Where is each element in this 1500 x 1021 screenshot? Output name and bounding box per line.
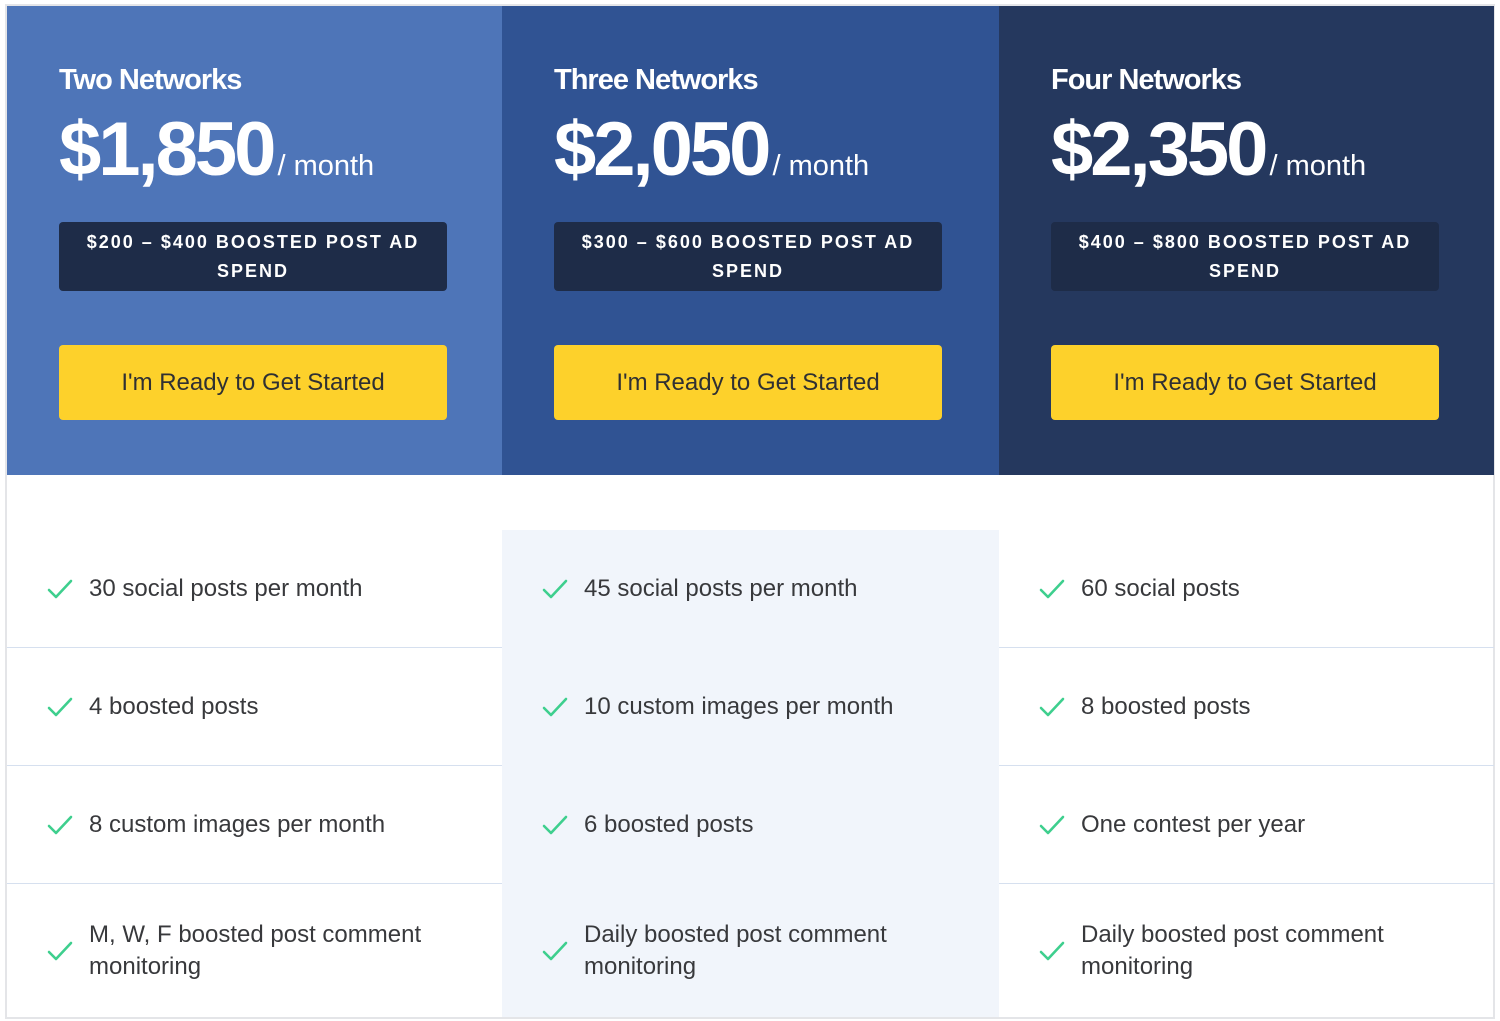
plan-name: Two Networks [59,64,242,96]
check-icon [1039,577,1065,599]
feature-item: Daily boosted post comment monitoring [502,884,999,1017]
get-started-button[interactable]: I'm Ready to Get Started [1051,345,1439,420]
feature-item: 45 social posts per month [502,530,999,648]
price-row: $1,850/ month [59,106,374,193]
feature-list: 30 social posts per month 4 boosted post… [7,530,502,1017]
feature-text: One contest per year [1081,811,1306,838]
feature-item: 6 boosted posts [502,766,999,884]
ad-spend-badge: $300 – $600 BOOSTED POST AD SPEND [554,222,942,291]
feature-text: 8 boosted posts [1081,693,1251,720]
feature-list: 45 social posts per month 10 custom imag… [502,530,999,1017]
pricing-table: Two Networks $1,850/ month $200 – $400 B… [5,4,1495,1019]
get-started-button[interactable]: I'm Ready to Get Started [59,345,447,420]
feature-text: 6 boosted posts [584,811,754,838]
plan-column: Four Networks $2,350/ month $400 – $800 … [999,6,1494,980]
plan-column: Three Networks $2,050/ month $300 – $600… [502,6,999,1017]
plan-header: Three Networks $2,050/ month $300 – $600… [502,6,999,475]
check-icon [542,695,568,717]
price-period: / month [772,150,870,182]
feature-item: 4 boosted posts [7,648,502,766]
check-icon [47,695,73,717]
check-icon [1039,939,1065,961]
feature-item: 60 social posts [999,530,1494,648]
feature-item: 30 social posts per month [7,530,502,648]
check-icon [1039,813,1065,835]
feature-text: 45 social posts per month [584,575,858,602]
feature-item: One contest per year [999,766,1494,884]
feature-text: 60 social posts [1081,575,1240,602]
price-row: $2,050/ month [554,106,869,193]
feature-text: 30 social posts per month [89,575,363,602]
feature-text: Daily boosted post comment monitoring [1081,920,1384,980]
feature-item: 8 boosted posts [999,648,1494,766]
plan-price: $2,350 [1051,107,1268,192]
check-icon [542,577,568,599]
check-icon [542,939,568,961]
feature-list: 60 social posts 8 boosted posts One cont… [999,530,1494,1017]
feature-item: 10 custom images per month [502,648,999,766]
plan-price: $1,850 [59,107,276,192]
ad-spend-badge: $400 – $800 BOOSTED POST AD SPEND [1051,222,1439,291]
feature-item: Daily boosted post comment monitoring [999,884,1494,1017]
price-period: / month [1269,150,1367,182]
check-icon [542,813,568,835]
check-icon [47,939,73,961]
plan-price: $2,050 [554,107,771,192]
price-row: $2,350/ month [1051,106,1366,193]
check-icon [1039,695,1065,717]
price-period: / month [277,150,375,182]
plan-header: Two Networks $1,850/ month $200 – $400 B… [7,6,502,475]
feature-item: M, W, F boosted post comment monitoring [7,884,502,1017]
check-icon [47,577,73,599]
feature-text: M, W, F boosted post comment monitoring [89,920,422,980]
feature-text: Daily boosted post comment monitoring [584,920,887,980]
feature-text: 10 custom images per month [584,693,894,720]
plan-header: Four Networks $2,350/ month $400 – $800 … [999,6,1494,475]
plan-name: Three Networks [554,64,759,96]
get-started-button[interactable]: I'm Ready to Get Started [554,345,942,420]
ad-spend-badge: $200 – $400 BOOSTED POST AD SPEND [59,222,447,291]
feature-text: 4 boosted posts [89,693,259,720]
check-icon [47,813,73,835]
plan-name: Four Networks [1051,64,1242,96]
feature-item: 8 custom images per month [7,766,502,884]
feature-text: 8 custom images per month [89,811,386,838]
plan-column: Two Networks $1,850/ month $200 – $400 B… [7,6,502,980]
